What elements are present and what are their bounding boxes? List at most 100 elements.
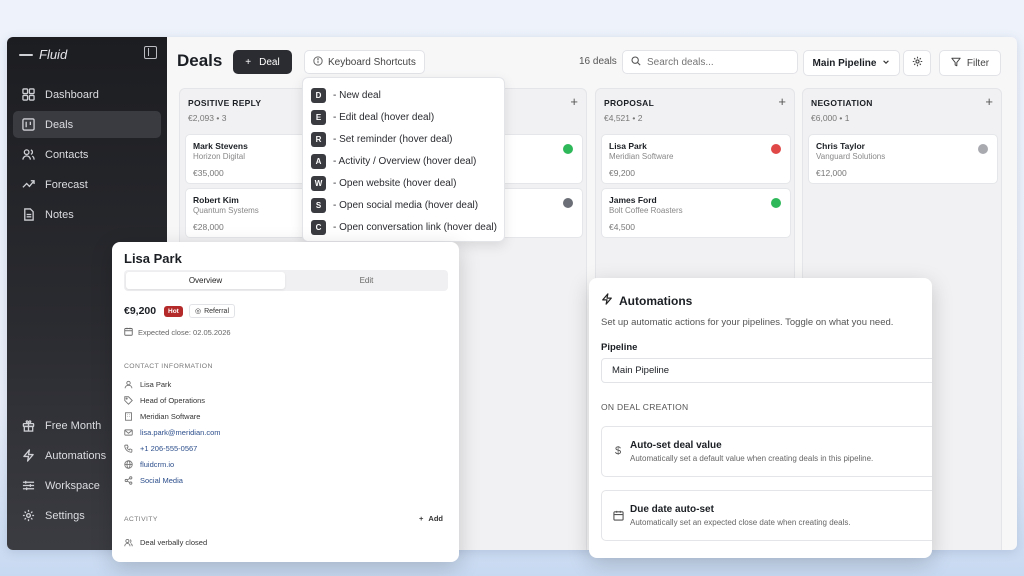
brand-name: Fluid bbox=[39, 47, 68, 62]
collapse-sidebar-icon[interactable] bbox=[144, 46, 157, 59]
deal-name: Robert Kim bbox=[193, 195, 239, 205]
referral-label: Referral bbox=[204, 307, 230, 315]
add-activity-button[interactable]: + Add bbox=[419, 514, 443, 523]
filter-button[interactable]: Filter bbox=[939, 50, 1001, 76]
info-icon bbox=[313, 55, 323, 69]
deal-detail-panel: Lisa Park Overview Edit €9,200 Hot ◎ Ref… bbox=[112, 242, 459, 562]
shortcut-item[interactable]: A - Activity / Overview (hover deal) bbox=[303, 150, 504, 172]
gear-icon bbox=[21, 508, 36, 523]
sidebar-item-forecast[interactable]: Forecast bbox=[13, 171, 161, 198]
shortcut-item[interactable]: C - Open conversation link (hover deal) bbox=[303, 216, 504, 238]
search-input[interactable] bbox=[647, 56, 787, 68]
filter-label: Filter bbox=[966, 57, 990, 69]
column-meta: €6,000 • 1 bbox=[811, 113, 850, 123]
shortcut-key: D bbox=[311, 87, 326, 103]
automations-pipeline-select[interactable]: Main Pipeline bbox=[601, 358, 932, 383]
keyboard-shortcuts-button[interactable]: Keyboard Shortcuts bbox=[304, 50, 425, 74]
page-title: Deals bbox=[177, 51, 223, 70]
contact-website[interactable]: fluidcrm.io bbox=[140, 460, 174, 469]
sidebar-item-label: Workspace bbox=[45, 479, 100, 492]
shortcut-label: - Activity / Overview (hover deal) bbox=[333, 155, 477, 167]
shortcut-item[interactable]: R - Set reminder (hover deal) bbox=[303, 128, 504, 150]
dollar-icon: $ bbox=[614, 445, 622, 457]
contact-email[interactable]: lisa.park@meridian.com bbox=[140, 428, 221, 437]
new-deal-button[interactable]: + Deal bbox=[233, 50, 292, 74]
user-icon bbox=[124, 538, 133, 547]
shortcut-item[interactable]: W - Open website (hover deal) bbox=[303, 172, 504, 194]
contact-phone[interactable]: +1 206-555-0567 bbox=[140, 444, 197, 453]
add-deal-plus-icon[interactable]: + bbox=[778, 94, 786, 109]
contact-phone-row[interactable]: +1 206-555-0567 bbox=[124, 444, 197, 453]
target-icon: ◎ bbox=[195, 308, 202, 315]
shortcut-label: - Open website (hover deal) bbox=[333, 177, 457, 189]
shortcut-item[interactable]: D - New deal bbox=[303, 84, 504, 106]
column-meta: €4,521 • 2 bbox=[604, 113, 643, 123]
search-box[interactable] bbox=[622, 50, 798, 74]
status-dot bbox=[771, 144, 781, 154]
automation-item[interactable]: Due date auto-set Automatically set an e… bbox=[601, 490, 932, 541]
contact-section-label: CONTACT INFORMATION bbox=[124, 363, 213, 370]
deal-card[interactable]: Lisa Park Meridian Software €9,200 bbox=[601, 134, 791, 184]
sidebar-item-label: Settings bbox=[45, 509, 85, 522]
add-deal-plus-icon[interactable]: + bbox=[985, 94, 993, 109]
bolt-icon bbox=[601, 293, 613, 308]
deal-value: €35,000 bbox=[193, 168, 224, 178]
add-deal-plus-icon[interactable]: + bbox=[570, 94, 578, 109]
contact-email-row[interactable]: lisa.park@meridian.com bbox=[124, 428, 221, 437]
contact-value: Meridian Software bbox=[140, 412, 201, 421]
deal-company: Meridian Software bbox=[609, 152, 674, 161]
calendar-icon bbox=[612, 509, 624, 521]
kanban-icon bbox=[21, 117, 36, 132]
trend-icon bbox=[21, 177, 36, 192]
pipeline-select[interactable]: Main Pipeline bbox=[803, 50, 900, 76]
brand-logo[interactable]: Fluid bbox=[19, 47, 67, 62]
automation-item[interactable]: $ Auto-set deal value Automatically set … bbox=[601, 426, 932, 477]
shortcut-label: - Open social media (hover deal) bbox=[333, 199, 479, 211]
sidebar-item-contacts[interactable]: Contacts bbox=[13, 141, 161, 168]
shortcut-item[interactable]: S - Open social media (hover deal) bbox=[303, 194, 504, 216]
tag-icon bbox=[124, 396, 133, 405]
deal-count: 16 deals bbox=[579, 56, 617, 67]
deal-company: Quantum Systems bbox=[193, 206, 259, 215]
sidebar-item-notes[interactable]: Notes bbox=[13, 201, 161, 228]
automations-subtitle: Set up automatic actions for your pipeli… bbox=[601, 317, 894, 328]
shortcut-item[interactable]: E - Edit deal (hover deal) bbox=[303, 106, 504, 128]
phone-icon bbox=[124, 444, 133, 453]
sidebar-item-deals[interactable]: Deals bbox=[13, 111, 161, 138]
shortcut-label: - New deal bbox=[333, 89, 381, 101]
shortcut-key: E bbox=[311, 109, 326, 125]
shortcut-key: C bbox=[311, 219, 326, 235]
sidebar-item-dashboard[interactable]: Dashboard bbox=[13, 81, 161, 108]
referral-badge: ◎ Referral bbox=[189, 304, 236, 318]
pipeline-label: Pipeline bbox=[601, 342, 638, 353]
automations-panel: Automations Set up automatic actions for… bbox=[589, 278, 932, 558]
users-icon bbox=[21, 147, 36, 162]
tab-edit[interactable]: Edit bbox=[287, 272, 446, 289]
sidebar-item-label: Automations bbox=[45, 449, 107, 462]
sidebar-item-label: Forecast bbox=[45, 178, 88, 191]
automation-desc: Automatically set a default value when c… bbox=[630, 454, 874, 463]
calendar-icon bbox=[124, 327, 133, 338]
activity-text: Deal verbally closed bbox=[140, 538, 208, 547]
deal-card[interactable]: James Ford Bolt Coffee Roasters €4,500 bbox=[601, 188, 791, 238]
deal-name: James Ford bbox=[609, 195, 657, 205]
sidebar-item-label: Notes bbox=[45, 208, 74, 221]
contact-company-row: Meridian Software bbox=[124, 412, 200, 421]
deal-name: Mark Stevens bbox=[193, 141, 248, 151]
contact-social[interactable]: Social Media bbox=[140, 476, 183, 485]
deal-card[interactable]: Chris Taylor Vanguard Solutions €12,000 bbox=[808, 134, 998, 184]
shortcut-label: - Set reminder (hover deal) bbox=[333, 133, 453, 145]
shortcut-label: - Open conversation link (hover deal) bbox=[333, 221, 497, 233]
deal-company: Horizon Digital bbox=[193, 152, 246, 161]
contact-social-row[interactable]: Social Media bbox=[124, 476, 183, 485]
activity-item[interactable]: Deal verbally closed bbox=[124, 538, 207, 547]
contact-value: Head of Operations bbox=[140, 396, 206, 405]
expected-close: Expected close: 02.05.2026 bbox=[124, 327, 231, 338]
plus-icon: + bbox=[419, 514, 424, 523]
tab-overview[interactable]: Overview bbox=[126, 272, 285, 289]
contact-website-row[interactable]: fluidcrm.io bbox=[124, 460, 174, 469]
filter-icon bbox=[951, 57, 961, 70]
automations-title-text: Automations bbox=[619, 293, 693, 308]
pipeline-select-value: Main Pipeline bbox=[812, 57, 877, 69]
pipeline-settings-button[interactable] bbox=[903, 50, 931, 76]
